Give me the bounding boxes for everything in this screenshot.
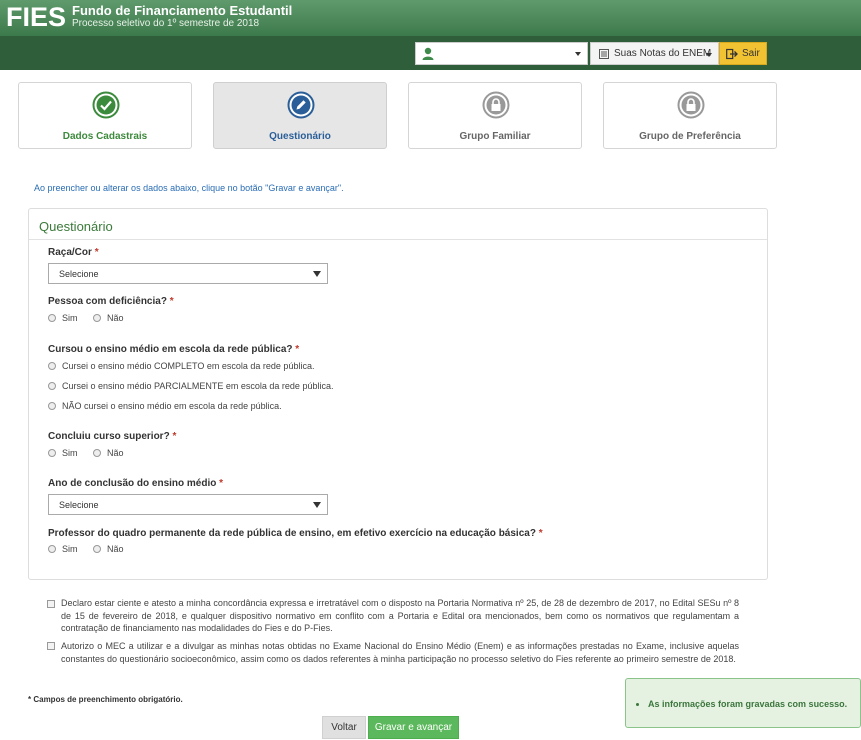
radio-label: Sim xyxy=(62,313,78,323)
question-ensino-medio-label: Cursou o ensino médio em escola da rede … xyxy=(48,344,300,355)
radio-label: Não xyxy=(107,544,124,554)
caret-down-icon xyxy=(313,502,321,508)
required-mark: * xyxy=(219,478,224,489)
user-icon xyxy=(422,47,434,60)
app-title: Fundo de Financiamento Estudantil xyxy=(72,3,293,18)
declaracao-text: Declaro estar ciente e atesto a minha co… xyxy=(61,598,739,633)
radio-label: Não xyxy=(107,313,124,323)
notas-enem-label: Suas Notas do ENEM xyxy=(614,48,712,59)
caret-down-icon xyxy=(313,271,321,277)
question-deficiencia-label: Pessoa com deficiência? * xyxy=(48,296,174,307)
declaracao-checkbox[interactable] xyxy=(47,600,55,608)
required-fields-note: * Campos de preenchimento obrigatório. xyxy=(28,695,183,704)
step-label: Grupo Familiar xyxy=(459,131,531,142)
radio-label: Cursei o ensino médio PARCIALMENTE em es… xyxy=(62,381,334,391)
question-raca-label: Raça/Cor * xyxy=(48,247,99,258)
required-mark: * xyxy=(169,296,174,307)
question-ano-label: Ano de conclusão do ensino médio * xyxy=(48,478,224,489)
notas-enem-button[interactable]: Suas Notas do ENEM xyxy=(590,42,719,65)
chevron-down-icon xyxy=(575,52,581,56)
chevron-down-icon xyxy=(706,53,712,57)
info-instructions: Ao preencher ou alterar os dados abaixo,… xyxy=(34,183,344,193)
panel-title: Questionário xyxy=(39,219,113,234)
radio-button[interactable] xyxy=(48,362,56,370)
app-subtitle: Processo seletivo do 1º semestre de 2018 xyxy=(72,18,260,29)
raca-select-value: Selecione xyxy=(59,269,99,279)
radio-button[interactable] xyxy=(48,314,56,322)
pencil-icon xyxy=(287,91,315,119)
lock-icon xyxy=(677,91,705,119)
sair-button[interactable]: Sair xyxy=(719,42,767,65)
required-mark: * xyxy=(172,431,177,442)
required-mark: * xyxy=(295,344,300,355)
bullet-icon xyxy=(636,703,639,706)
check-icon xyxy=(92,91,120,119)
document-list-icon xyxy=(599,49,609,59)
autorizacao-checkbox[interactable] xyxy=(47,642,55,650)
step-grupo-familiar[interactable]: Grupo Familiar xyxy=(408,82,582,149)
radio-button[interactable] xyxy=(93,545,101,553)
radio-button[interactable] xyxy=(48,382,56,390)
radio-label: Cursei o ensino médio COMPLETO em escola… xyxy=(62,361,315,371)
radio-label: NÃO cursei o ensino médio em escola da r… xyxy=(62,401,282,411)
radio-button[interactable] xyxy=(48,402,56,410)
app-header: FIES Fundo de Financiamento Estudantil P… xyxy=(0,0,861,36)
step-dados-cadastrais[interactable]: Dados Cadastrais xyxy=(18,82,192,149)
radio-button[interactable] xyxy=(48,545,56,553)
fies-logo[interactable]: FIES xyxy=(6,2,66,33)
success-toast: As informações foram gravadas com sucess… xyxy=(625,678,861,728)
radio-button[interactable] xyxy=(48,449,56,457)
lock-icon xyxy=(482,91,510,119)
step-label: Dados Cadastrais xyxy=(62,131,148,142)
step-grupo-preferencia[interactable]: Grupo de Preferência xyxy=(603,82,777,149)
question-professor-label: Professor do quadro permanente da rede p… xyxy=(48,528,543,539)
autorizacao-text: Autorizo o MEC a utilizar e a divulgar a… xyxy=(61,641,739,664)
required-mark: * xyxy=(94,247,99,258)
required-mark: * xyxy=(538,528,543,539)
radio-label: Sim xyxy=(62,448,78,458)
sair-label: Sair xyxy=(742,48,760,59)
ano-select-value: Selecione xyxy=(59,500,99,510)
radio-button[interactable] xyxy=(93,449,101,457)
question-superior-label: Concluiu curso superior? * xyxy=(48,431,177,442)
radio-label: Não xyxy=(107,448,124,458)
radio-label: Sim xyxy=(62,544,78,554)
step-label: Grupo de Preferência xyxy=(639,131,741,142)
step-questionario[interactable]: Questionário xyxy=(213,82,387,149)
voltar-button[interactable]: Voltar xyxy=(322,716,366,739)
ano-conclusao-select[interactable]: Selecione xyxy=(48,494,328,515)
user-dropdown[interactable] xyxy=(415,42,588,65)
step-label: Questionário xyxy=(269,131,331,142)
radio-button[interactable] xyxy=(93,314,101,322)
divider xyxy=(29,239,767,240)
sign-out-icon xyxy=(726,48,738,60)
raca-select[interactable]: Selecione xyxy=(48,263,328,284)
gravar-avancar-button[interactable]: Gravar e avançar xyxy=(368,716,459,739)
toast-message: As informações foram gravadas com sucess… xyxy=(648,699,848,709)
